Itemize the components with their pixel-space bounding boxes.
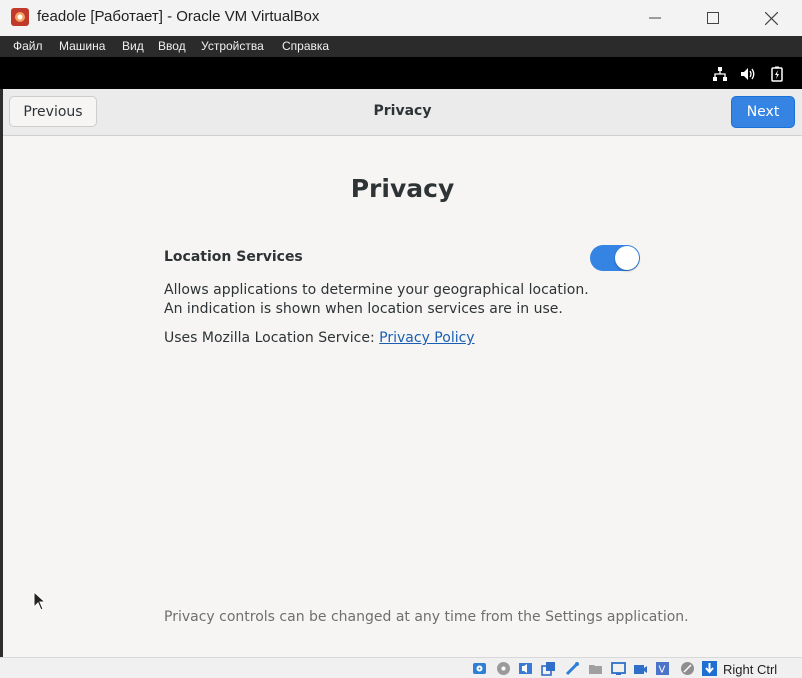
- menu-bar: Файл Машина Вид Ввод Устройства Справка: [0, 36, 802, 57]
- shared-folders-icon[interactable]: [588, 661, 603, 676]
- menu-devices[interactable]: Устройства: [201, 39, 264, 53]
- keyboard-capture-icon[interactable]: [702, 661, 717, 676]
- window-titlebar: feadole [Работает] - Oracle VM VirtualBo…: [0, 0, 802, 36]
- recording-icon[interactable]: [633, 661, 648, 676]
- header-title: Privacy: [373, 103, 432, 119]
- privacy-policy-link[interactable]: Privacy Policy: [379, 330, 474, 346]
- mouse-integration-icon[interactable]: [680, 661, 695, 676]
- header-bar: Previous Privacy Next: [3, 89, 802, 136]
- cpu-icon[interactable]: V: [655, 661, 670, 676]
- next-button[interactable]: Next: [731, 96, 795, 128]
- minimize-button[interactable]: [626, 0, 684, 36]
- volume-icon[interactable]: [740, 66, 756, 82]
- maximize-icon: [707, 12, 719, 24]
- virtualbox-app-icon: [11, 8, 29, 26]
- minimize-icon: [649, 17, 661, 19]
- menu-view[interactable]: Вид: [122, 39, 144, 53]
- menu-file[interactable]: Файл: [13, 39, 43, 53]
- close-button[interactable]: [742, 0, 800, 36]
- location-services-label: Location Services: [164, 249, 303, 265]
- network-icon[interactable]: [712, 66, 728, 82]
- menu-help[interactable]: Справка: [282, 39, 329, 53]
- maximize-button[interactable]: [684, 0, 742, 36]
- menu-input[interactable]: Ввод: [158, 39, 186, 53]
- privacy-footer-note: Privacy controls can be changed at any t…: [164, 609, 689, 625]
- close-icon: [764, 11, 778, 25]
- virtualbox-status-bar: V Right Ctrl: [0, 657, 802, 678]
- location-services-toggle[interactable]: [590, 245, 640, 271]
- usb-icon[interactable]: [565, 661, 580, 676]
- mozilla-location-service-line: Uses Mozilla Location Service: Privacy P…: [164, 330, 475, 346]
- audio-icon[interactable]: [518, 661, 533, 676]
- initial-setup-window: Previous Privacy Next Privacy Location S…: [3, 89, 802, 657]
- menu-machine[interactable]: Машина: [59, 39, 105, 53]
- page-title: Privacy: [350, 174, 455, 203]
- optical-disk-icon[interactable]: [496, 661, 511, 676]
- battery-icon[interactable]: [769, 66, 785, 82]
- hard-disk-icon[interactable]: [472, 661, 487, 676]
- host-key-label: Right Ctrl: [723, 662, 778, 677]
- toggle-knob: [615, 246, 639, 270]
- location-services-description: Allows applications to determine your ge…: [164, 282, 589, 317]
- guest-top-bar: [0, 57, 802, 89]
- mls-prefix: Uses Mozilla Location Service:: [164, 330, 380, 346]
- svg-text:V: V: [659, 665, 666, 676]
- window-title: feadole [Работает] - Oracle VM VirtualBo…: [37, 8, 320, 25]
- mouse-pointer-icon: [33, 591, 47, 611]
- display-icon[interactable]: [611, 661, 626, 676]
- network-icon[interactable]: [541, 661, 556, 676]
